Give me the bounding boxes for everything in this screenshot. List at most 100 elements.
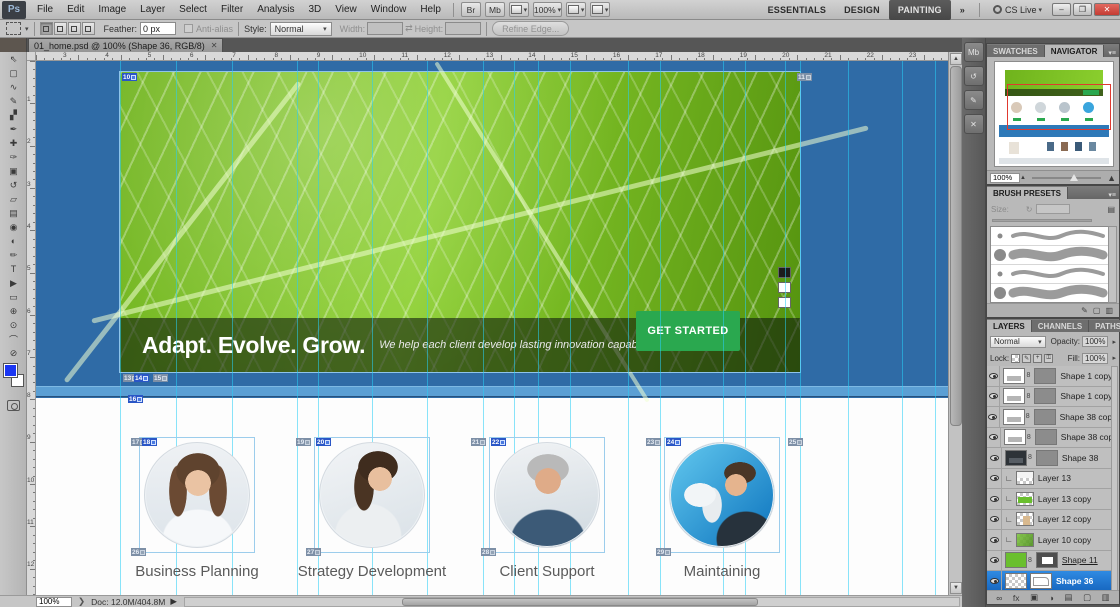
layer-row[interactable]: ∟Layer 13 xyxy=(987,469,1113,490)
menu-select[interactable]: Select xyxy=(172,0,214,20)
layer-thumbnail[interactable] xyxy=(1003,368,1025,384)
top-ruler[interactable]: 3456789101112131415161718192021222324 xyxy=(36,52,948,61)
brush-stroke-icon[interactable]: ✎ xyxy=(1081,306,1088,315)
layer-mask-thumbnail[interactable] xyxy=(1034,388,1056,404)
cs-live-button[interactable]: CS Live▾ xyxy=(993,5,1042,15)
new-brush-icon[interactable]: ▢ xyxy=(1093,306,1101,315)
photoshop-logo[interactable]: Ps xyxy=(2,1,26,19)
horizontal-scroll-thumb[interactable] xyxy=(402,598,758,606)
navigator-zoom-input[interactable] xyxy=(990,173,1020,183)
selection-new-button[interactable] xyxy=(40,22,53,35)
workspace-painting[interactable]: PAINTING xyxy=(889,0,951,20)
eyedropper-tool[interactable]: ✒ xyxy=(0,122,27,136)
selection-intersect-button[interactable] xyxy=(82,22,95,35)
arrange-documents-button[interactable]: ▾ xyxy=(566,2,586,17)
hand-tool[interactable]: ⌒ xyxy=(0,332,27,346)
layer-mask-thumbnail[interactable] xyxy=(1034,409,1056,425)
feather-input[interactable] xyxy=(140,22,176,35)
layer-mask-thumbnail[interactable] xyxy=(1030,573,1052,589)
lock-position-icon[interactable]: + xyxy=(1033,354,1042,363)
workspace-overflow-button[interactable]: » xyxy=(951,0,974,20)
eye-icon[interactable] xyxy=(990,475,999,481)
layer-thumbnail[interactable] xyxy=(1016,533,1034,547)
fill-caret-icon[interactable]: ▸ xyxy=(1112,354,1116,362)
layer-thumbnail[interactable] xyxy=(1003,388,1025,404)
tool-preset-caret-icon[interactable]: ▾ xyxy=(25,25,29,33)
launch-mini-bridge-button[interactable]: Mb xyxy=(485,2,505,17)
restore-button[interactable]: ❐ xyxy=(1073,3,1092,16)
layer-row[interactable]: 8Shape 1 copy 4 xyxy=(987,366,1113,387)
tab-brush-presets[interactable]: BRUSH PRESETS xyxy=(987,187,1068,199)
document-tab[interactable]: 01_home.psd @ 100% (Shape 36, RGB/8) ✕ xyxy=(28,38,223,52)
opacity-caret-icon[interactable]: ▸ xyxy=(1112,338,1116,346)
delete-brush-icon[interactable]: ▥ xyxy=(1105,306,1113,315)
history-icon[interactable]: ↺ xyxy=(964,66,984,86)
visibility-cell[interactable] xyxy=(987,448,1002,468)
history-brush-tool[interactable]: ↺ xyxy=(0,178,27,192)
layer-thumbnail[interactable] xyxy=(1016,512,1034,526)
tab-layers[interactable]: LAYERS xyxy=(987,320,1032,332)
layer-row[interactable]: 8Shape 1 copy 2 xyxy=(987,387,1113,408)
panel-menu-icon[interactable]: ▾≡ xyxy=(1105,191,1119,199)
layer-style-icon[interactable]: fx xyxy=(1013,593,1020,603)
quick-selection-tool[interactable]: ✎ xyxy=(0,94,27,108)
layer-thumbnail[interactable] xyxy=(1016,492,1034,506)
menu-edit[interactable]: Edit xyxy=(60,0,91,20)
quick-mask-button[interactable] xyxy=(7,400,20,411)
layer-thumbnail[interactable] xyxy=(1005,552,1027,568)
layer-row[interactable]: ∟Layer 10 copy xyxy=(987,530,1113,551)
zoom-out-icon[interactable]: ▲ xyxy=(1020,175,1026,181)
launch-bridge-button[interactable]: Br xyxy=(461,2,481,17)
menu-file[interactable]: File xyxy=(30,0,60,20)
clone-stamp-tool[interactable]: ▣ xyxy=(0,164,27,178)
eye-icon[interactable] xyxy=(990,496,999,502)
document-canvas[interactable]: Adapt. Evolve. Grow. We help each client… xyxy=(36,61,948,595)
view-extras-button[interactable]: ▾ xyxy=(509,2,529,17)
dodge-tool[interactable]: ◐ xyxy=(0,234,27,248)
layer-row[interactable]: ∟Layer 13 copy xyxy=(987,489,1113,510)
menu-3d[interactable]: 3D xyxy=(301,0,328,20)
layer-row[interactable]: 8Shape 38 xyxy=(987,448,1113,469)
gradient-tool[interactable]: ▤ xyxy=(0,206,27,220)
layer-row[interactable]: Shape 36 xyxy=(987,571,1113,591)
menu-window[interactable]: Window xyxy=(364,0,414,20)
blur-tool[interactable]: ◉ xyxy=(0,220,27,234)
selection-subtract-button[interactable] xyxy=(68,22,81,35)
vertical-scroll-thumb[interactable] xyxy=(950,66,962,426)
close-button[interactable]: ✕ xyxy=(1094,3,1120,16)
marquee-tool[interactable]: ▢ xyxy=(0,66,27,80)
menu-filter[interactable]: Filter xyxy=(214,0,250,20)
status-expand-icon[interactable]: ▶ xyxy=(170,596,177,607)
visibility-cell[interactable] xyxy=(987,489,1002,509)
visibility-cell[interactable] xyxy=(987,366,1000,386)
menu-help[interactable]: Help xyxy=(413,0,448,20)
minimize-button[interactable]: – xyxy=(1052,3,1071,16)
eye-icon[interactable] xyxy=(989,373,998,379)
zoom-level-select[interactable]: 100%▾ xyxy=(533,2,562,17)
layer-list-scrollbar[interactable] xyxy=(1111,366,1118,591)
lock-transparency-icon[interactable] xyxy=(1011,354,1020,363)
layer-mask-thumbnail[interactable] xyxy=(1035,429,1057,445)
selection-add-button[interactable] xyxy=(54,22,67,35)
opacity-value[interactable]: 100% xyxy=(1082,336,1108,347)
vertical-scrollbar[interactable]: ▲ ▼ xyxy=(948,52,962,595)
adjustment-layer-icon[interactable]: ◑ xyxy=(1049,593,1054,603)
pen-tool[interactable]: ✏ xyxy=(0,248,27,262)
visibility-cell[interactable] xyxy=(987,510,1002,530)
brush-size-slider[interactable] xyxy=(992,219,1092,222)
brush-size-input[interactable] xyxy=(1036,204,1070,214)
layer-row[interactable]: 8Shape 38 copy xyxy=(987,428,1113,449)
zoom-tool[interactable]: ⊘ xyxy=(0,346,27,360)
layer-group-icon[interactable]: ▤ xyxy=(1064,592,1072,603)
fill-value[interactable]: 100% xyxy=(1082,353,1108,364)
lock-all-icon[interactable]: ⚿ xyxy=(1044,354,1053,363)
brush-preset-row[interactable] xyxy=(991,227,1109,246)
layer-row[interactable]: 8Shape 11 xyxy=(987,551,1113,572)
eye-icon[interactable] xyxy=(990,578,999,584)
document-close-icon[interactable]: ✕ xyxy=(211,41,218,50)
new-layer-icon[interactable]: ▢ xyxy=(1083,592,1091,603)
move-tool[interactable]: ⇖ xyxy=(0,52,27,66)
layer-mask-thumbnail[interactable] xyxy=(1034,368,1056,384)
menu-analysis[interactable]: Analysis xyxy=(250,0,301,20)
layer-thumbnail[interactable] xyxy=(1004,429,1026,445)
